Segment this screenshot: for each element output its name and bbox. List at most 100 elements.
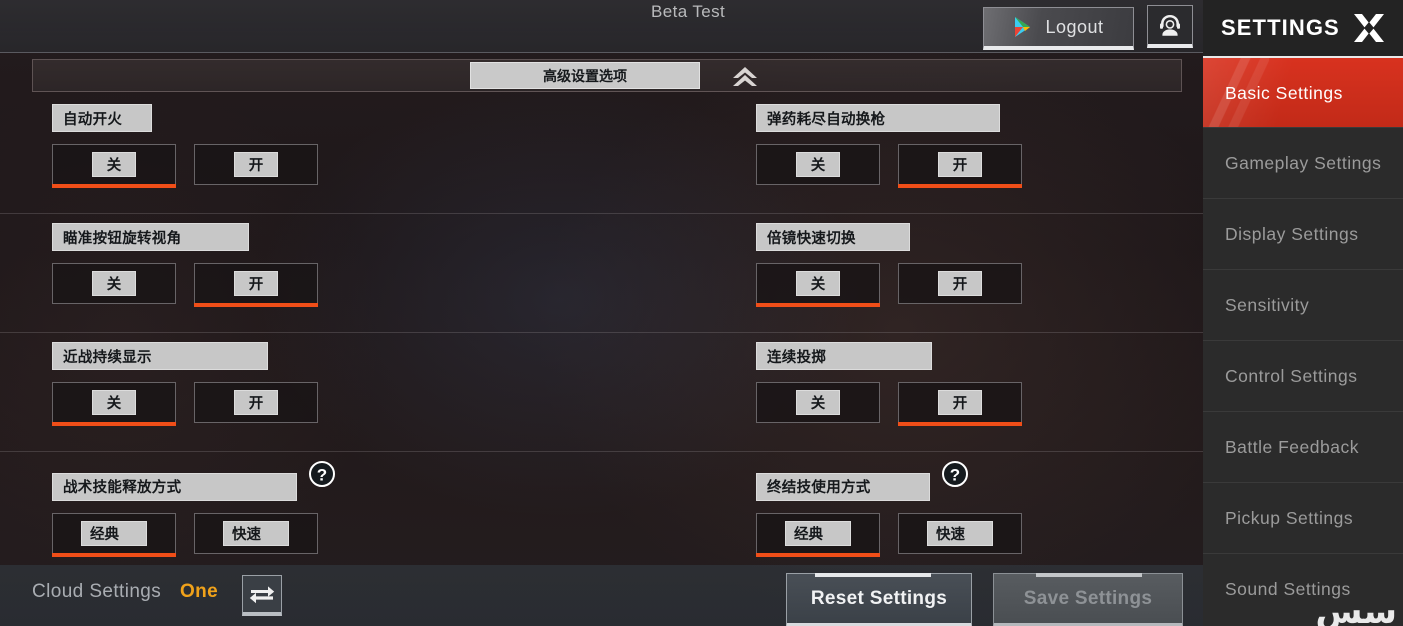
setting-label: 连续投掷 (756, 342, 932, 370)
close-x-icon (1354, 14, 1384, 42)
setting-option-button[interactable]: 开 (194, 144, 318, 185)
sidebar-item-gameplay-settings[interactable]: Gameplay Settings (1203, 127, 1403, 198)
setting-option-button[interactable]: 关 (756, 144, 880, 185)
setting-option-label: 关 (92, 152, 136, 177)
setting-options: 经典 快速 (756, 512, 1022, 557)
setting-option-button[interactable]: 关 (52, 263, 176, 304)
setting-label-row: 弹药耗尽自动换枪 (756, 104, 1022, 132)
setting-option-label: 开 (938, 152, 982, 177)
sidebar-item-label: Control Settings (1225, 366, 1358, 386)
sidebar-item-label: Pickup Settings (1225, 508, 1354, 528)
advanced-options-bar: 高级设置选项 (32, 59, 1182, 92)
setting-option-button[interactable]: 经典 (52, 512, 176, 557)
svg-text:?: ? (950, 466, 960, 485)
logout-button[interactable]: Logout (983, 7, 1134, 50)
setting-label-row: 自动开火 (52, 104, 318, 132)
sidebar-item-label: Gameplay Settings (1225, 153, 1382, 173)
setting-option-label: 关 (796, 390, 840, 415)
setting-option-label: 关 (796, 152, 840, 177)
settings-row: 近战持续显示关开连续投掷关开 (0, 333, 1203, 452)
sidebar-item-basic-settings[interactable]: Basic Settings (1203, 56, 1403, 127)
sidebar-item-label: Display Settings (1225, 224, 1359, 244)
setting-item: 战术技能释放方式? 经典 快速 (52, 461, 335, 557)
setting-option-button[interactable]: 开 (898, 382, 1022, 426)
setting-options: 关开 (52, 263, 318, 307)
sidebar-item-label: Sound Settings (1225, 579, 1351, 599)
sidebar-item-sound-settings[interactable]: Sound Settings (1203, 553, 1403, 624)
setting-label-row: 终结技使用方式? (756, 461, 1022, 501)
double-chevron-up-icon (733, 66, 757, 86)
setting-option-button[interactable]: 快速 (898, 512, 1022, 554)
setting-option-button[interactable]: 开 (898, 263, 1022, 304)
sidebar-item-label: Basic Settings (1225, 82, 1343, 103)
setting-label: 近战持续显示 (52, 342, 268, 370)
top-header-bar: Beta Test Logout (0, 0, 1203, 53)
setting-label-row: 倍镜快速切换 (756, 223, 1022, 251)
setting-item: 终结技使用方式? 经典 快速 (756, 461, 1022, 557)
cloud-settings-value: One (180, 581, 219, 602)
sidebar-item-label: Battle Feedback (1225, 437, 1359, 457)
setting-item: 瞄准按钮旋转视角关开 (52, 223, 318, 307)
setting-option-button[interactable]: 关 (52, 382, 176, 426)
setting-option-button[interactable]: 关 (756, 263, 880, 307)
setting-option-label: 开 (234, 271, 278, 296)
question-mark-help-icon[interactable]: ? (942, 461, 968, 487)
setting-option-label: 开 (234, 152, 278, 177)
setting-label: 倍镜快速切换 (756, 223, 910, 251)
setting-option-label: 关 (92, 390, 136, 415)
setting-label-row: 瞄准按钮旋转视角 (52, 223, 318, 251)
sidebar-item-sensitivity[interactable]: Sensitivity (1203, 269, 1403, 340)
setting-option-button[interactable]: 经典 (756, 512, 880, 557)
setting-option-label: 开 (234, 390, 278, 415)
reset-settings-button[interactable]: Reset Settings (786, 573, 972, 626)
setting-option-button[interactable]: 开 (194, 263, 318, 307)
settings-sidebar: SETTINGS Basic Settings Gameplay Settings… (1203, 0, 1403, 626)
bottom-action-bar: Cloud Settings One Reset Settings Save S… (0, 565, 1203, 626)
svg-text:?: ? (317, 466, 327, 485)
settings-rows: 自动开火关开弹药耗尽自动换枪关开瞄准按钮旋转视角关开倍镜快速切换关开近战持续显示… (0, 95, 1203, 571)
collapse-advanced-button[interactable] (723, 60, 767, 93)
cloud-settings-label: Cloud Settings (32, 581, 162, 602)
setting-label-row: 近战持续显示 (52, 342, 318, 370)
question-mark-help-icon[interactable]: ? (309, 461, 335, 487)
setting-option-label: 开 (938, 390, 982, 415)
close-settings-button[interactable] (1349, 9, 1389, 47)
setting-options: 关开 (756, 263, 1022, 307)
settings-row: 自动开火关开弹药耗尽自动换枪关开 (0, 95, 1203, 214)
settings-row: 瞄准按钮旋转视角关开倍镜快速切换关开 (0, 214, 1203, 333)
setting-option-label: 经典 (785, 520, 851, 546)
setting-option-button[interactable]: 开 (194, 382, 318, 423)
setting-option-button[interactable]: 快速 (194, 512, 318, 554)
setting-label-row: 战术技能释放方式? (52, 461, 335, 501)
setting-option-button[interactable]: 关 (52, 144, 176, 188)
setting-option-label: 经典 (81, 520, 147, 546)
setting-label: 终结技使用方式 (756, 472, 930, 501)
setting-label: 弹药耗尽自动换枪 (756, 104, 1000, 132)
setting-item: 连续投掷关开 (756, 342, 1022, 426)
advanced-options-label[interactable]: 高级设置选项 (470, 62, 700, 89)
sidebar-item-pickup-settings[interactable]: Pickup Settings (1203, 482, 1403, 553)
settings-row: 战术技能释放方式? 经典 快速 终结技使用方式? 经典 快速 (0, 452, 1203, 571)
cloud-swap-button[interactable] (242, 575, 282, 616)
setting-item: 近战持续显示关开 (52, 342, 318, 426)
save-settings-button[interactable]: Save Settings (993, 573, 1183, 626)
support-button[interactable] (1147, 5, 1193, 48)
sidebar-item-list: Basic Settings Gameplay Settings Display S… (1203, 56, 1403, 624)
setting-label: 战术技能释放方式 (52, 472, 297, 501)
sidebar-item-battle-feedback[interactable]: Battle Feedback (1203, 411, 1403, 482)
setting-options: 关开 (756, 382, 1022, 426)
sidebar-item-control-settings[interactable]: Control Settings (1203, 340, 1403, 411)
setting-option-button[interactable]: 关 (756, 382, 880, 423)
setting-option-label: 快速 (223, 520, 289, 546)
setting-options: 关开 (756, 144, 1022, 188)
page-title: Beta Test (651, 2, 726, 21)
setting-item: 弹药耗尽自动换枪关开 (756, 104, 1022, 188)
settings-screen: Beta Test Logout 高级设置选项 自动开火 关 开 弹药耗尽自动换… (0, 0, 1403, 626)
setting-options: 经典 快速 (52, 512, 335, 557)
logout-label: Logout (1045, 16, 1104, 37)
setting-options: 关开 (52, 382, 318, 426)
sidebar-item-display-settings[interactable]: Display Settings (1203, 198, 1403, 269)
setting-option-button[interactable]: 开 (898, 144, 1022, 188)
sidebar-item-label: Sensitivity (1225, 295, 1310, 315)
setting-option-label: 关 (92, 271, 136, 296)
